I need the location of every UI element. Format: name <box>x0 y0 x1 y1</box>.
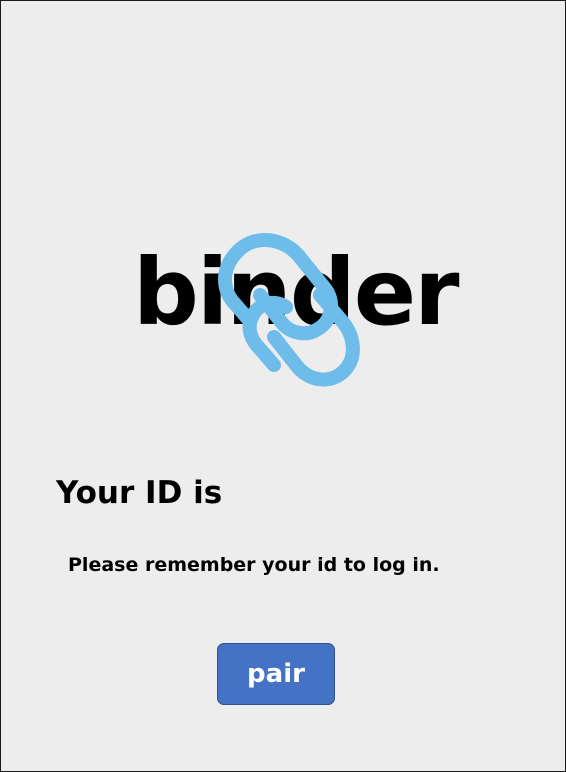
binder-logo: binder <box>121 229 460 404</box>
reminder-text: Please remember your id to log in. <box>68 554 440 576</box>
pair-button[interactable]: pair <box>217 643 335 705</box>
paperclip-link-icon <box>218 233 360 387</box>
your-id-heading: Your ID is <box>56 475 223 511</box>
app-window: binder Your ID is Please remember your i… <box>0 0 566 772</box>
